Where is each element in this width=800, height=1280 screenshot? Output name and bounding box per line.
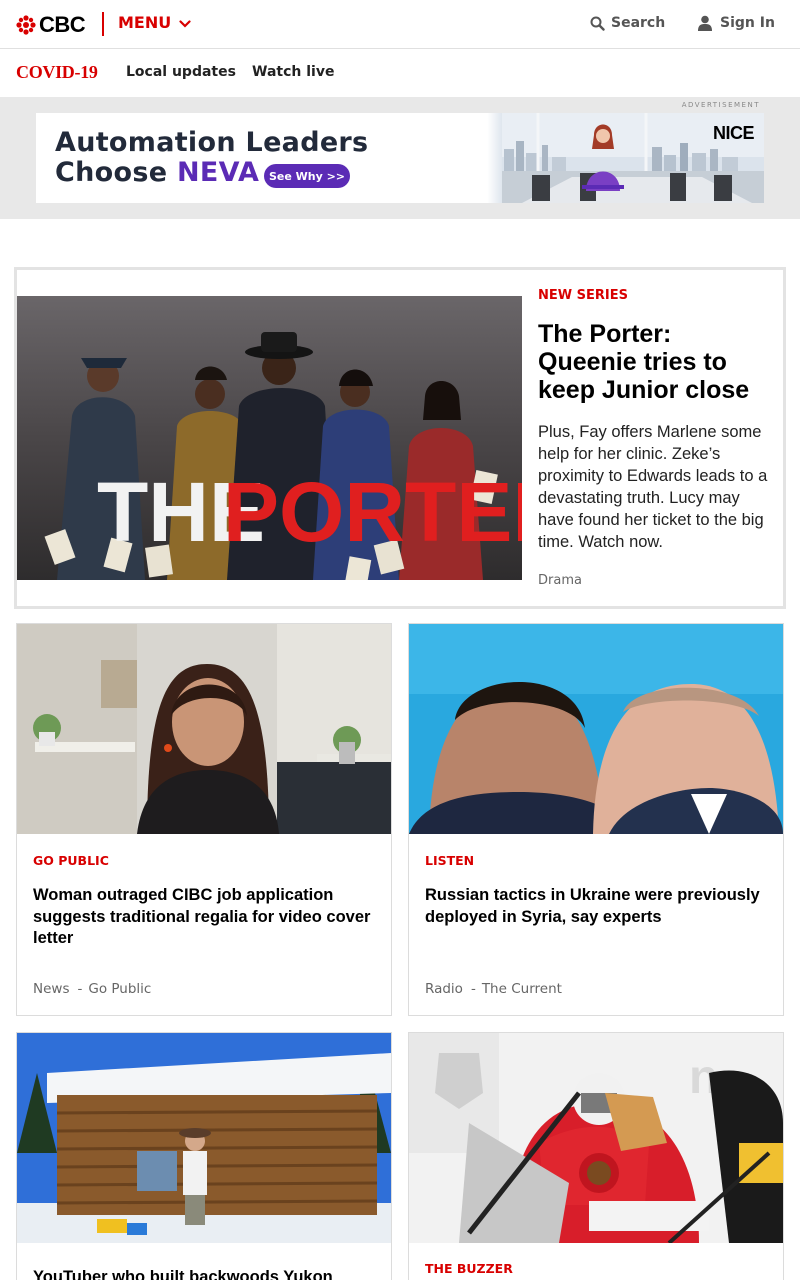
russia-story-image[interactable]	[409, 624, 783, 834]
local-updates-link[interactable]: Local updates	[126, 64, 236, 80]
covid-19-link[interactable]: COVID-19	[16, 62, 98, 83]
cbc-logo[interactable]: CBC	[16, 12, 86, 38]
meta-separator: -	[77, 981, 83, 997]
feature-category-tag[interactable]: Drama	[538, 573, 582, 588]
card-subsection-label[interactable]: Go Public	[88, 981, 151, 997]
ad-headline-2-prefix: Choose	[55, 157, 178, 188]
card-subsection-label[interactable]: The Current	[482, 981, 562, 997]
chevron-down-icon	[179, 20, 191, 28]
menu-label: MENU	[118, 13, 172, 32]
card-headline[interactable]: Woman outraged CIBC job application sugg…	[33, 885, 378, 950]
the-porter-promo-image[interactable]: THE PORTER	[17, 296, 522, 580]
search-button[interactable]: Search	[590, 15, 665, 31]
log-cabin-photo	[17, 1033, 391, 1243]
feature-headline[interactable]: The Porter: Queenie tries to keep Junior…	[538, 320, 774, 404]
card-meta: Radio - The Current	[425, 981, 562, 997]
ad-brand-neva: NEVA	[177, 157, 260, 188]
yukon-story-image[interactable]	[17, 1033, 391, 1243]
advertisement-area: ADVERTISEMENT Automation Leaders Choose …	[0, 97, 800, 219]
card-headline[interactable]: Russian tactics in Ukraine were previous…	[425, 885, 770, 928]
search-icon	[590, 16, 605, 31]
site-header: CBC MENU Search Sign In	[0, 0, 800, 49]
header-divider	[102, 12, 104, 36]
ad-banner[interactable]: Automation Leaders Choose NEVA See Why >…	[36, 113, 764, 203]
cibc-story-image[interactable]	[17, 624, 391, 834]
sign-in-button[interactable]: Sign In	[698, 15, 775, 31]
card-kicker: THE BUZZER	[425, 1261, 513, 1276]
leaders-photo	[409, 624, 783, 834]
search-label: Search	[611, 15, 666, 31]
story-card-russia[interactable]: LISTEN Russian tactics in Ukraine were p…	[408, 623, 784, 1016]
card-section-label[interactable]: Radio	[425, 981, 463, 997]
porter-title-porter: PORTER	[223, 465, 522, 559]
cbc-gem-icon	[16, 15, 36, 35]
ad-see-why-button[interactable]: See Why >>	[264, 164, 350, 188]
hockey-goalie-photo: n	[409, 1033, 783, 1243]
feature-description: Plus, Fay offers Marlene some help for h…	[538, 423, 768, 551]
sub-navigation: COVID-19 Local updates Watch live	[0, 49, 800, 97]
ad-label: ADVERTISEMENT	[681, 101, 760, 109]
watch-live-link[interactable]: Watch live	[252, 64, 334, 80]
menu-button[interactable]: MENU	[118, 13, 191, 32]
ad-headline-2: Choose NEVA	[55, 157, 259, 188]
ad-headline-1: Automation Leaders	[55, 127, 369, 158]
card-kicker: GO PUBLIC	[33, 853, 109, 868]
meta-separator: -	[470, 981, 476, 997]
feature-kicker: NEW SERIES	[538, 288, 628, 303]
feature-story-card[interactable]: THE PORTER NEW SERIES The Porter: Queeni…	[14, 267, 786, 609]
sign-in-label: Sign In	[720, 15, 775, 31]
story-card-cibc[interactable]: GO PUBLIC Woman outraged CIBC job applic…	[16, 623, 392, 1016]
the-porter-artwork: THE PORTER	[17, 296, 522, 580]
user-icon	[698, 15, 712, 31]
story-card-yukon[interactable]: YouTuber who built backwoods Yukon	[16, 1032, 392, 1280]
story-card-hockey[interactable]: n THE BUZZER	[408, 1032, 784, 1280]
card-headline[interactable]: YouTuber who built backwoods Yukon	[33, 1267, 378, 1280]
card-kicker: LISTEN	[425, 853, 475, 868]
woman-portrait-photo	[17, 624, 391, 834]
card-section-label[interactable]: News	[33, 981, 69, 997]
hockey-story-image[interactable]: n	[409, 1033, 783, 1243]
card-meta: News - Go Public	[33, 981, 151, 997]
ad-nice-logo: NICE	[712, 123, 755, 143]
logo-text: CBC	[39, 12, 86, 37]
